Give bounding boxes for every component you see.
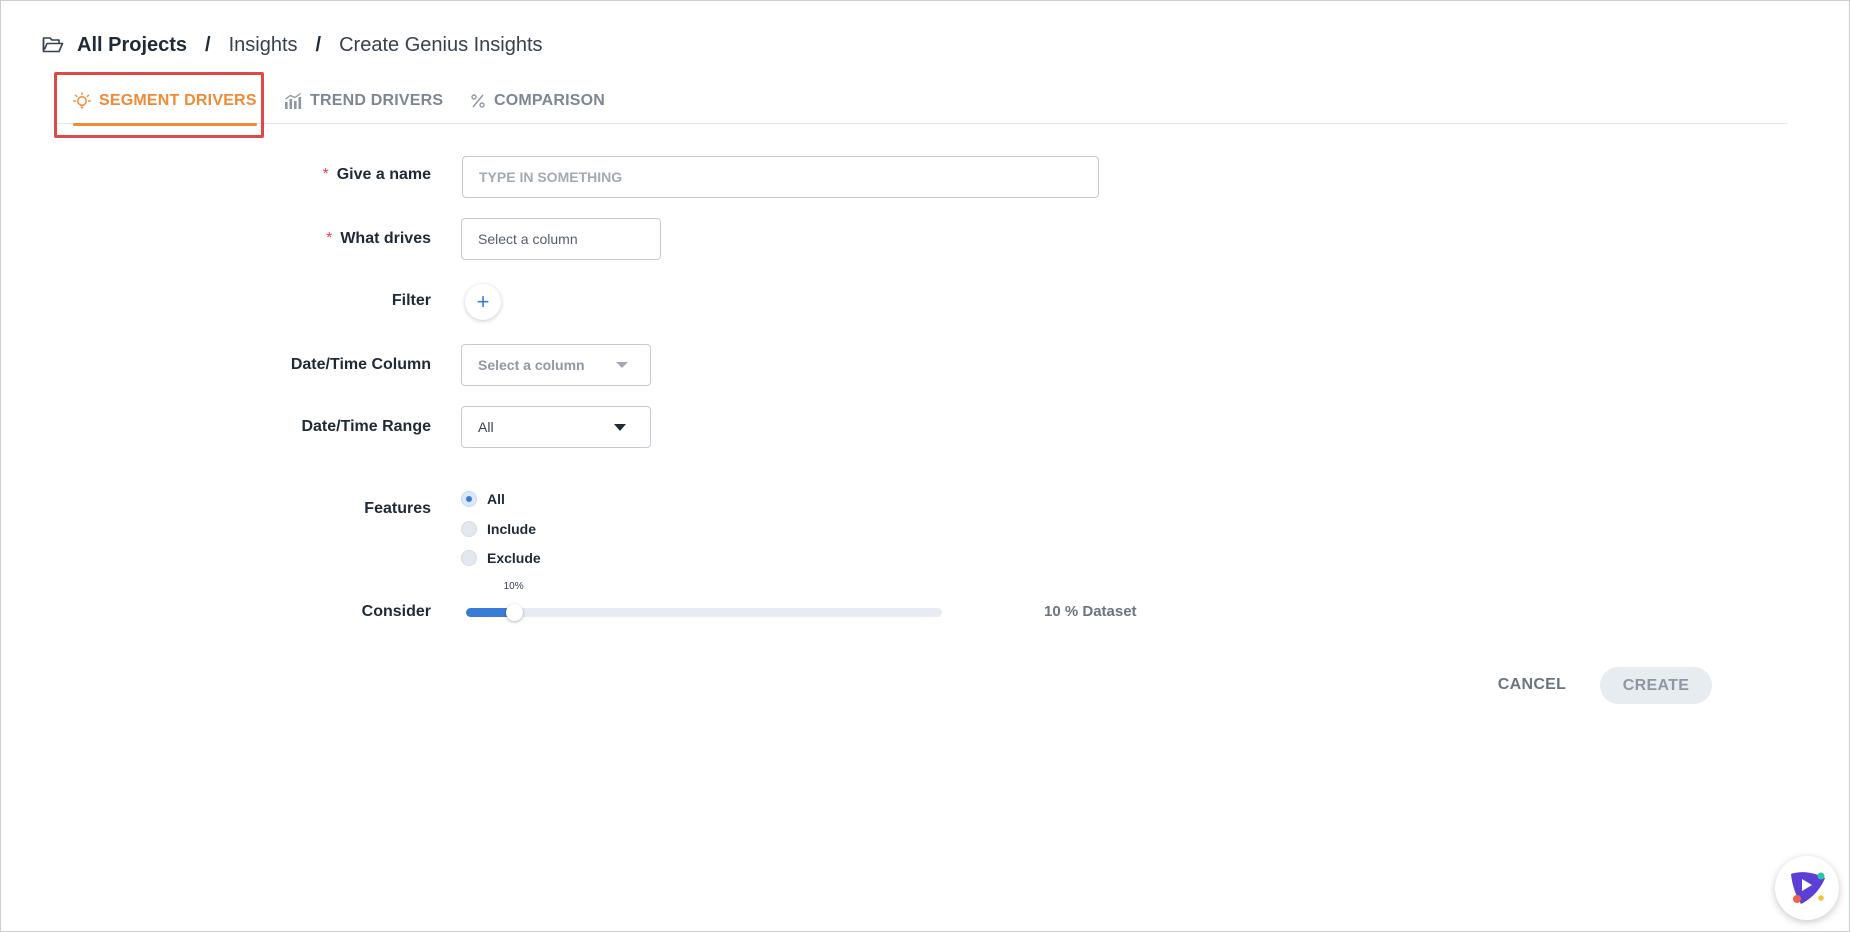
add-filter-button[interactable]: + (465, 284, 501, 320)
assistant-launcher-button[interactable] (1775, 856, 1839, 920)
assistant-logo-icon (1791, 872, 1825, 904)
radio-label: Exclude (487, 550, 541, 566)
app-window (0, 0, 1850, 932)
insight-type-tabs: SEGMENT DRIVERS TREND DRIVERS COMPARISON (54, 78, 1788, 126)
chevron-down-icon (616, 362, 628, 368)
name-input[interactable] (463, 157, 1098, 197)
breadcrumb-insights[interactable]: Insights (229, 34, 298, 57)
datetime-range-value: All (478, 419, 494, 435)
active-tab-indicator (73, 123, 257, 126)
tab-label: COMPARISON (494, 92, 606, 109)
radio-checked[interactable] (461, 491, 477, 507)
required-marker: * (322, 166, 329, 183)
dataset-percentage-text: 10 % Dataset (1044, 603, 1137, 620)
radio-label: Include (487, 521, 537, 537)
what-drives-select[interactable]: Select a column (461, 218, 661, 260)
tab-label: SEGMENT DRIVERS (99, 92, 257, 109)
what-drives-value: Select a column (478, 231, 578, 247)
features-label: Features (364, 500, 431, 517)
datetime-column-label: Date/Time Column (290, 356, 431, 373)
consider-label: Consider (361, 603, 431, 620)
breadcrumb-all-projects[interactable]: All Projects (77, 34, 187, 57)
breadcrumb: All Projects / Insights / Create Genius … (42, 32, 543, 58)
breadcrumb-separator: / (205, 33, 211, 56)
features-option-all[interactable]: All (461, 489, 505, 509)
name-field-label: * Give a name (322, 166, 431, 183)
datetime-range-select[interactable]: All (461, 406, 651, 448)
datetime-column-select[interactable]: Select a column (461, 344, 651, 386)
plus-icon: + (476, 289, 490, 314)
percent-icon (471, 94, 485, 108)
cancel-button[interactable]: CANCEL (1486, 667, 1578, 703)
tab-trend-drivers[interactable]: TREND DRIVERS (284, 78, 443, 124)
consider-slider[interactable]: 10% (466, 581, 942, 621)
required-marker: * (326, 230, 333, 247)
filter-label: Filter (391, 292, 431, 309)
features-option-include[interactable]: Include (461, 519, 536, 539)
name-input-container (462, 156, 1099, 198)
slider-thumb[interactable] (505, 604, 523, 621)
tab-comparison[interactable]: COMPARISON (470, 78, 605, 124)
lightbulb-icon (73, 92, 91, 109)
breadcrumb-current-page: Create Genius Insights (339, 33, 543, 56)
radio-unchecked[interactable] (461, 521, 477, 537)
folder-open-icon (42, 37, 64, 53)
breadcrumb-separator: / (315, 33, 322, 56)
radio-unchecked[interactable] (461, 550, 477, 566)
tab-segment-drivers[interactable]: SEGMENT DRIVERS (73, 78, 257, 126)
create-button[interactable]: CREATE (1600, 667, 1712, 704)
tab-label: TREND DRIVERS (310, 92, 444, 109)
slider-value-tooltip: 10% (503, 581, 524, 592)
what-drives-label: * What drives (326, 230, 431, 247)
datetime-range-label: Date/Time Range (301, 418, 431, 435)
datetime-column-value: Select a column (478, 357, 585, 373)
bar-trend-icon (285, 92, 302, 109)
chevron-down-icon (614, 424, 626, 431)
features-option-exclude[interactable]: Exclude (461, 548, 541, 568)
radio-label: All (487, 491, 505, 507)
